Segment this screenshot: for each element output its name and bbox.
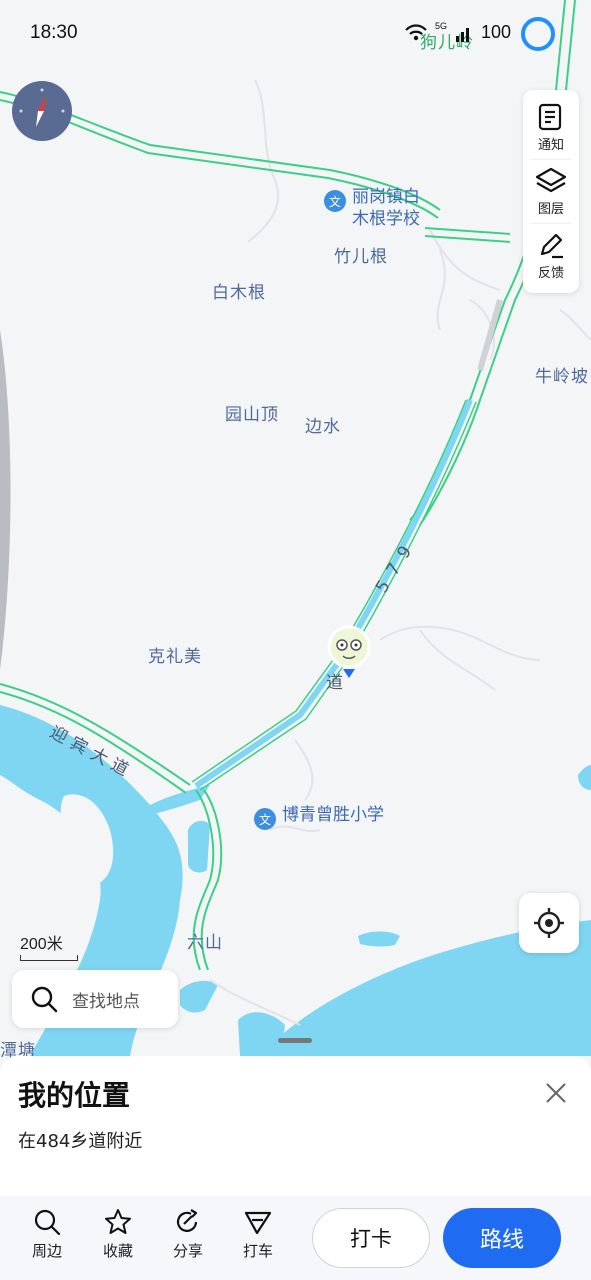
favorite-button[interactable]: 收藏 [88, 1208, 148, 1261]
feedback-label: 反馈 [537, 266, 564, 281]
edit-pencil-icon [540, 233, 563, 259]
scale-label: 200米 [20, 936, 63, 953]
close-icon[interactable] [543, 1080, 569, 1106]
map-scale: 200米 [20, 930, 78, 961]
wifi-icon [405, 23, 427, 40]
notification-icon [538, 103, 562, 131]
checkin-button[interactable]: 打卡 [312, 1208, 430, 1268]
status-icons: 5G 100 [405, 20, 511, 43]
share-label: 分享 [172, 1242, 203, 1260]
compass-icon [19, 88, 65, 127]
battery-level: 100 [480, 22, 511, 42]
assistant-ring-icon[interactable] [521, 17, 555, 51]
poi-school[interactable]: 文 博青曾胜小学 [254, 804, 384, 830]
status-time: 18:30 [30, 22, 78, 43]
feedback-button[interactable]: 反馈 [523, 224, 579, 287]
poi-label: 博青曾胜小学 [282, 805, 384, 825]
poi-label: 丽岗镇白 木根学校 [352, 187, 420, 229]
scale-bar [20, 955, 78, 961]
notify-label: 通知 [537, 138, 564, 153]
layers-button[interactable]: 图层 [523, 160, 579, 223]
nearby-label: 周边 [31, 1242, 62, 1260]
route-highlight [194, 398, 473, 789]
map-toolbar: 通知 图层 反馈 [523, 90, 579, 293]
panel-title: 我的位置 [18, 1079, 131, 1112]
notify-button[interactable]: 通知 [523, 96, 579, 159]
search-icon [34, 1209, 61, 1236]
school-icon: 文 [254, 808, 276, 830]
nearby-button[interactable]: 周边 [17, 1208, 77, 1261]
place-label: 园山顶 [225, 405, 279, 425]
locate-me-button[interactable] [519, 893, 579, 953]
place-label: 六山 [187, 933, 223, 953]
taxi-button[interactable]: 打车 [228, 1208, 288, 1261]
avatar-marker-icon[interactable] [326, 624, 372, 680]
share-icon [176, 1209, 198, 1232]
action-bar: 周边 收藏 分享 打车 打卡 路线 [0, 1196, 591, 1280]
place-label: 克礼美 [148, 647, 202, 667]
compass-button[interactable] [12, 81, 72, 141]
place-label: 竹儿根 [334, 247, 388, 267]
route-button[interactable]: 路线 [443, 1208, 561, 1268]
drag-handle[interactable] [278, 1038, 312, 1043]
search-placeholder: 查找地点 [72, 991, 140, 1012]
layers-label: 图层 [537, 202, 564, 217]
place-label: 牛岭坡 [535, 367, 589, 387]
star-icon [105, 1209, 131, 1234]
share-button[interactable]: 分享 [158, 1208, 218, 1261]
search-box[interactable]: 查找地点 [12, 970, 178, 1028]
network-label: 5G [434, 20, 447, 31]
search-icon [31, 986, 58, 1013]
taxi-label: 打车 [242, 1242, 273, 1260]
layers-icon [535, 167, 567, 193]
crosshair-icon [534, 908, 564, 938]
poi-school[interactable]: 文 丽岗镇白 木根学校 [324, 186, 420, 230]
land-edge [0, 330, 11, 670]
place-label: 白木根 [212, 283, 266, 303]
favorite-label: 收藏 [102, 1242, 133, 1260]
taxi-icon [244, 1211, 272, 1235]
panel-subtitle: 在484乡道附近 [18, 1131, 143, 1152]
school-icon: 文 [324, 190, 346, 212]
place-label: 边水 [305, 417, 341, 437]
signal-icon [455, 27, 469, 42]
location-panel: 我的位置 在484乡道附近 [0, 1038, 591, 1196]
status-bar: 18:30 5G 100 [0, 0, 591, 66]
